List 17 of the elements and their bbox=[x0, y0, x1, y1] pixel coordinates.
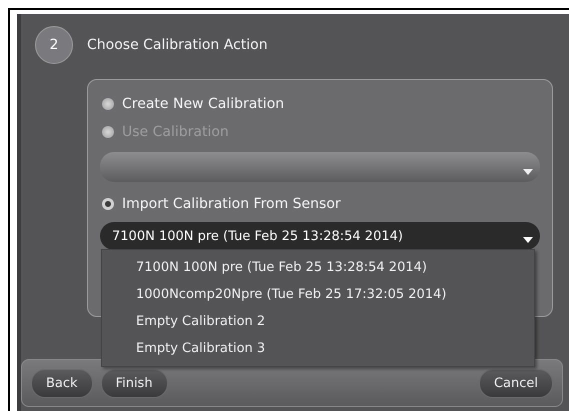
radio-option[interactable]: Import Calibration From Sensor bbox=[102, 190, 540, 218]
step-number: 2 bbox=[35, 26, 73, 64]
dropdown-arrow-icon bbox=[522, 236, 534, 244]
nav-button[interactable]: Back bbox=[31, 368, 93, 398]
dropdown-item[interactable]: Empty Calibration 3 bbox=[102, 335, 534, 362]
dropdown-item[interactable]: 7100N 100N pre (Tue Feb 25 13:28:54 2014) bbox=[102, 254, 534, 281]
sensor-select[interactable]: 7100N 100N pre (Tue Feb 25 13:28:54 2014) bbox=[100, 222, 540, 250]
dropdown-item[interactable]: Empty Calibration 2 bbox=[102, 308, 534, 335]
radio-option[interactable]: Create New Calibration bbox=[102, 90, 540, 118]
option-label: Create New Calibration bbox=[122, 96, 284, 112]
cancel-button[interactable]: Cancel bbox=[478, 368, 553, 398]
nav-button[interactable]: Finish bbox=[100, 368, 168, 398]
calibration-select[interactable] bbox=[100, 152, 540, 182]
dropdown-item[interactable]: 1000Ncomp20Npre (Tue Feb 25 17:32:05 2014) bbox=[102, 281, 534, 308]
option-label: Import Calibration From Sensor bbox=[122, 196, 341, 212]
dropdown-arrow-icon bbox=[522, 168, 534, 176]
step-title: Choose Calibration Action bbox=[87, 37, 268, 53]
